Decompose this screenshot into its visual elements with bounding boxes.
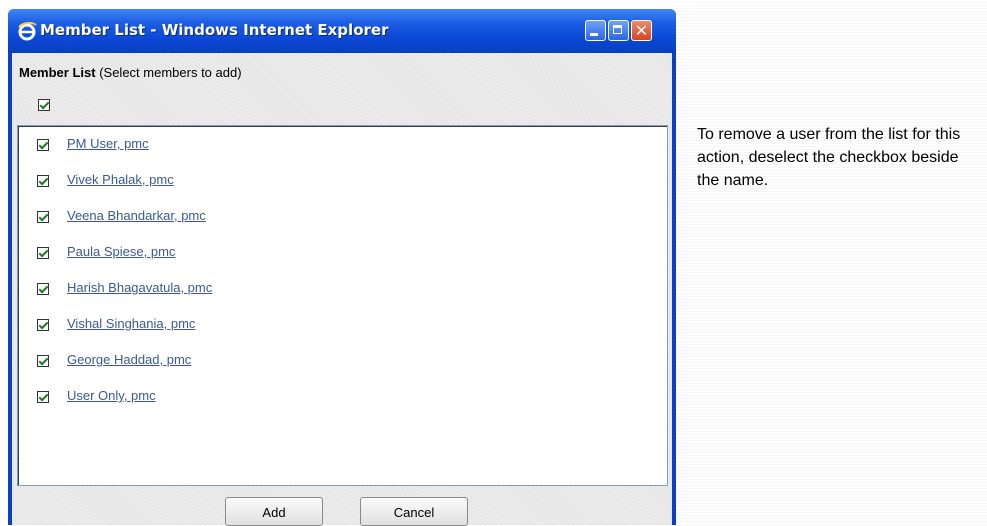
member-list-subtitle: (Select members to add) (99, 65, 242, 80)
ie-icon (18, 21, 37, 41)
member-checkbox[interactable] (37, 139, 49, 151)
list-item: Vishal Singhania, pmc (18, 315, 667, 335)
minimize-icon[interactable] (585, 20, 606, 41)
side-panel (676, 0, 987, 525)
member-link[interactable]: Vivek Phalak, pmc (67, 172, 174, 187)
member-link[interactable]: Paula Spiese, pmc (67, 244, 175, 259)
cancel-button[interactable]: Cancel (360, 497, 468, 526)
member-link[interactable]: George Haddad, pmc (67, 352, 191, 367)
member-checkbox[interactable] (37, 391, 49, 403)
member-checkbox[interactable] (37, 247, 49, 259)
member-link[interactable]: Veena Bhandarkar, pmc (67, 208, 206, 223)
ie-window: Member List - Windows Internet Explorer … (8, 9, 676, 526)
list-item: PM User, pmc (18, 135, 667, 155)
member-link[interactable]: Vishal Singhania, pmc (67, 316, 195, 331)
list-item: Vivek Phalak, pmc (18, 171, 667, 191)
list-item: George Haddad, pmc (18, 351, 667, 371)
member-list-title: Member List (19, 65, 96, 80)
close-button[interactable]: ✕ (631, 20, 652, 41)
maximize-icon[interactable] (608, 20, 629, 41)
member-link[interactable]: PM User, pmc (67, 136, 149, 151)
close-icon: ✕ (634, 21, 649, 40)
list-item: User Only, pmc (18, 387, 667, 407)
member-checkbox[interactable] (37, 175, 49, 187)
window-title: Member List - Windows Internet Explorer (40, 21, 389, 39)
list-item: Veena Bhandarkar, pmc (18, 207, 667, 227)
member-checkbox[interactable] (37, 283, 49, 295)
list-item: Paula Spiese, pmc (18, 243, 667, 263)
member-link[interactable]: User Only, pmc (67, 388, 156, 403)
dialog-content: Member List (Select members to add) PM U… (12, 53, 672, 526)
member-list-header: Member List (Select members to add) (19, 65, 242, 80)
member-checkbox[interactable] (37, 319, 49, 331)
instruction-text: To remove a user from the list for this … (697, 126, 961, 189)
member-link[interactable]: Harish Bhagavatula, pmc (67, 280, 212, 295)
member-checkbox[interactable] (37, 355, 49, 367)
add-button[interactable]: Add (225, 497, 323, 526)
select-all-checkbox[interactable] (38, 99, 50, 111)
member-list-box[interactable]: PM User, pmc Vivek Phalak, pmc Veena Bha… (17, 125, 668, 486)
list-item: Harish Bhagavatula, pmc (18, 279, 667, 299)
member-checkbox[interactable] (37, 211, 49, 223)
title-bar[interactable]: Member List - Windows Internet Explorer … (8, 9, 676, 53)
